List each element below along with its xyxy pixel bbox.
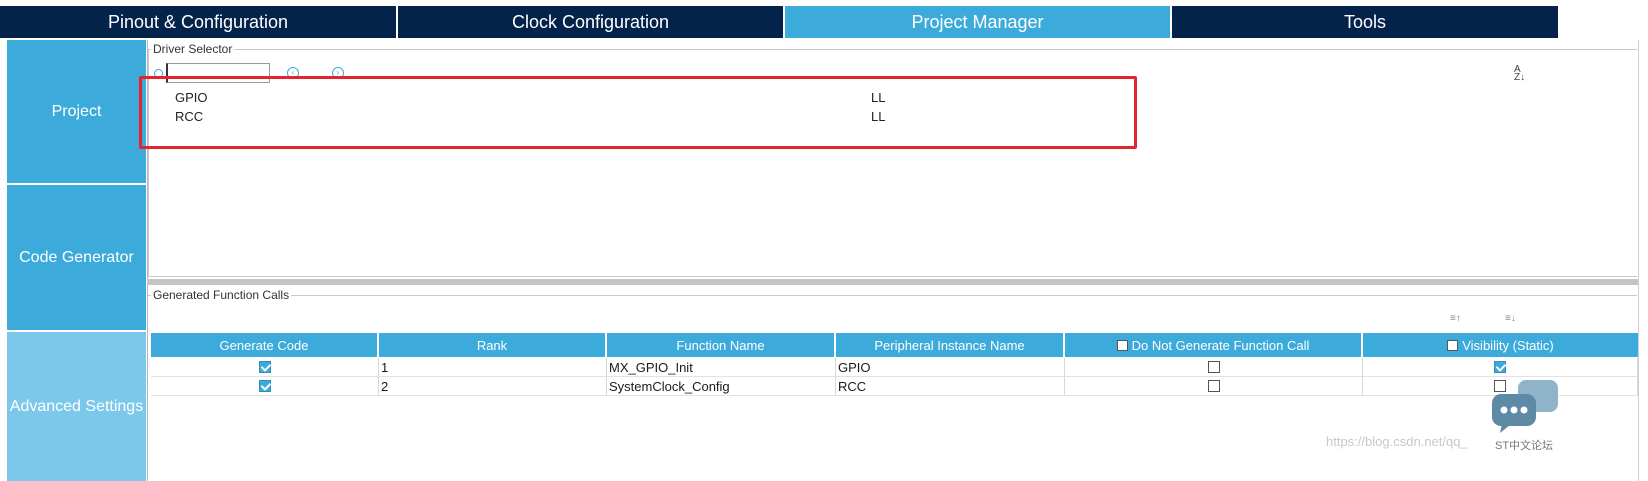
sort-az-icon[interactable]: A Z↓ (1514, 65, 1530, 83)
driver-selector-border-bottom (148, 276, 1637, 277)
tab-label: Project Manager (911, 11, 1044, 32)
column-header-rank[interactable]: Rank (379, 333, 607, 357)
header-checkbox[interactable] (1447, 339, 1459, 351)
tab-project-manager[interactable]: Project Manager (785, 6, 1170, 38)
move-up-icon[interactable]: ≡↑ (1450, 313, 1464, 325)
sidebar-item-code-generator[interactable]: Code Generator (7, 185, 146, 330)
driver-selector-legend: Driver Selector (151, 42, 235, 56)
driver-selector-border-top (148, 49, 1637, 50)
header-label: Do Not Generate Function Call (1131, 337, 1310, 353)
header-label: Peripheral Instance Name (874, 337, 1025, 353)
table-row-visibility-cell (1363, 358, 1638, 377)
sidebar-item-project[interactable]: Project (7, 40, 146, 183)
table-row-do-not-generate-cell (1065, 358, 1363, 377)
header-checkbox[interactable] (1116, 339, 1128, 351)
column-header-do-not-generate[interactable]: Do Not Generate Function Call (1065, 333, 1363, 357)
table-row-instance: RCC (836, 377, 1065, 396)
do-not-generate-checkbox[interactable] (1207, 380, 1220, 392)
header-label: Rank (476, 337, 508, 353)
do-not-generate-checkbox[interactable] (1207, 361, 1220, 373)
sidebar-item-label: Project (51, 102, 102, 120)
move-down-icon[interactable]: ≡↓ (1505, 313, 1519, 325)
column-header-function-name[interactable]: Function Name (607, 333, 836, 357)
left-navigation: Project Code Generator Advanced Settings (7, 40, 146, 481)
top-tab-bar: Pinout & Configuration Clock Configurati… (0, 0, 1648, 40)
sidebar-item-label: Advanced Settings (9, 397, 144, 415)
table-row-function: MX_GPIO_Init (607, 358, 836, 377)
sidebar-item-label: Code Generator (19, 248, 134, 266)
generate-checkbox[interactable] (258, 380, 271, 392)
table-row-rank: 1 (379, 358, 607, 377)
column-header-visibility[interactable]: Visibility (Static) (1363, 333, 1638, 357)
column-header-peripheral-instance[interactable]: Peripheral Instance Name (836, 333, 1065, 357)
header-label: Generate Code (219, 337, 309, 353)
column-header-generate-code[interactable]: Generate Code (151, 333, 379, 357)
tab-label: Clock Configuration (511, 11, 670, 32)
table-row-instance: GPIO (836, 358, 1065, 377)
red-highlight-annotation (139, 76, 1137, 149)
function-calls-border-top (148, 295, 1637, 296)
header-label: Visibility (Static) (1462, 337, 1554, 353)
visibility-checkbox[interactable] (1494, 361, 1506, 373)
table-row-generate-cell (151, 358, 379, 377)
table-row-generate-cell (151, 377, 379, 396)
tab-label: Pinout & Configuration (107, 11, 289, 32)
table-row-function: SystemClock_Config (607, 377, 836, 396)
watermark-text: https://blog.csdn.net/qq_ (1326, 434, 1468, 449)
splitter-bar[interactable] (147, 279, 1638, 285)
tab-label: Tools (1343, 11, 1387, 32)
table-row-do-not-generate-cell (1065, 377, 1363, 396)
tab-clock-configuration[interactable]: Clock Configuration (398, 6, 783, 38)
chat-bubble-icon[interactable] (1488, 378, 1560, 434)
function-calls-legend: Generated Function Calls (151, 288, 292, 302)
tab-pinout-configuration[interactable]: Pinout & Configuration (0, 6, 396, 38)
header-label: Function Name (676, 337, 765, 353)
chat-label: ST中文论坛 (1495, 440, 1554, 452)
table-row-rank: 2 (379, 377, 607, 396)
generate-checkbox[interactable] (258, 361, 271, 373)
tab-tools[interactable]: Tools (1172, 6, 1558, 38)
scrollbar-track[interactable] (1638, 40, 1648, 481)
sidebar-item-advanced-settings[interactable]: Advanced Settings (7, 332, 146, 481)
